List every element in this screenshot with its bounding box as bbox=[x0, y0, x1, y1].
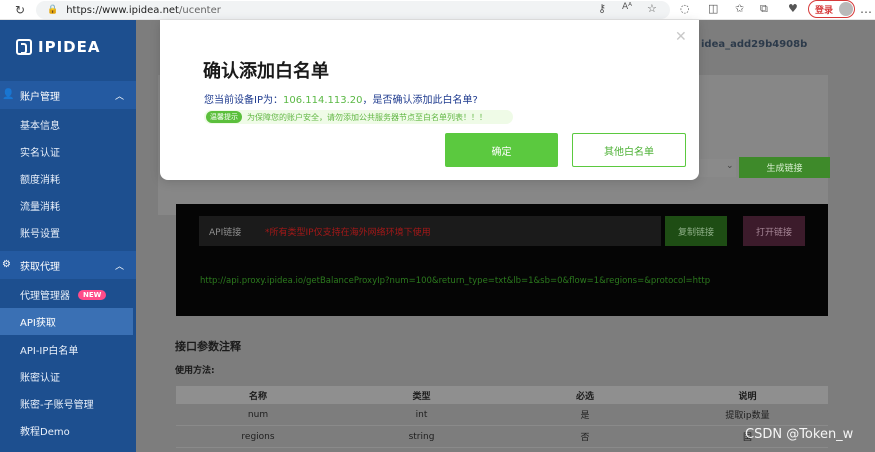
chevron-down-icon: ⌄ bbox=[726, 161, 734, 171]
menu-group-account[interactable]: 👤 账户管理 ︿ bbox=[0, 81, 136, 109]
browser-toolbar: ↻ 🔒 https://www.ipidea.net/ucenter ⚷ Aᴬ … bbox=[0, 0, 875, 20]
menu-group-proxy[interactable]: ⚙ 获取代理 ︿ bbox=[0, 251, 136, 279]
table-header-cell: 说明 bbox=[738, 391, 757, 402]
generate-link-button[interactable]: 生成链接 bbox=[739, 157, 830, 178]
sidebar-item-proxy-manager[interactable]: 代理管理器 NEW bbox=[0, 281, 133, 308]
sidebar-item-real-name[interactable]: 实名认证 bbox=[0, 138, 133, 165]
sidebar-item-label: 额度消耗 bbox=[20, 175, 60, 186]
sidebar-item-label: API-IP白名单 bbox=[20, 346, 79, 357]
address-bar[interactable]: 🔒 https://www.ipidea.net/ucenter bbox=[36, 1, 670, 19]
sidebar-item-label: 账密认证 bbox=[20, 373, 60, 384]
sidebar-item-label: 代理管理器 bbox=[20, 291, 70, 302]
sidebar-item-password-auth[interactable]: 账密认证 bbox=[0, 363, 133, 390]
close-icon[interactable]: ✕ bbox=[675, 29, 687, 45]
table-header-cell: 类型 bbox=[412, 391, 431, 402]
copy-link-button[interactable]: 复制链接 bbox=[665, 216, 727, 246]
menu-group-label: 获取代理 bbox=[20, 261, 60, 273]
dialog-title: 确认添加白名单 bbox=[203, 61, 329, 82]
tip-tag: 温馨提示 bbox=[206, 111, 242, 123]
favorite-star-icon[interactable]: ☆ bbox=[647, 2, 657, 15]
chevron-up-icon: ︿ bbox=[115, 91, 125, 102]
params-table: 名称 类型 必选 说明 num int 是 提取ip数量 regions str… bbox=[176, 386, 828, 448]
sidebar-item-label: API获取 bbox=[20, 318, 56, 329]
sidebar-item-label: 基本信息 bbox=[20, 121, 60, 132]
table-row: regions string 否 国 bbox=[176, 426, 828, 448]
table-cell: num bbox=[247, 409, 269, 420]
api-url[interactable]: http://api.proxy.ipidea.io/getBalancePro… bbox=[200, 276, 710, 286]
device-ip: 106.114.113.20 bbox=[282, 95, 363, 106]
collections-icon[interactable]: ⧉ bbox=[760, 2, 768, 16]
read-aloud-icon[interactable]: Aᴬ bbox=[622, 2, 632, 12]
sidebar-item-label: 账号设置 bbox=[20, 229, 60, 240]
table-cell: int bbox=[415, 409, 428, 420]
ip-prefix: 您当前设备IP为： bbox=[204, 95, 283, 106]
sidebar-item-api-whitelist[interactable]: API-IP白名单 bbox=[0, 336, 133, 363]
sidebar-item-account-settings[interactable]: 账号设置 bbox=[0, 219, 133, 246]
more-icon[interactable]: … bbox=[860, 2, 872, 16]
table-header-cell: 名称 bbox=[248, 391, 267, 402]
other-whitelist-button[interactable]: 其他白名单 bbox=[572, 133, 686, 167]
account-name: idea_add29b4908b bbox=[701, 39, 808, 50]
table-header-cell: 必选 bbox=[575, 391, 594, 402]
whitelist-confirm-dialog: ✕ 确认添加白名单 您当前设备IP为：106.114.113.20，是否确认添加… bbox=[160, 20, 699, 180]
table-cell: 是 bbox=[580, 411, 590, 421]
sidebar-item-label: 流量消耗 bbox=[20, 202, 60, 213]
ip-message: 您当前设备IP为：106.114.113.20，是否确认添加此白名单? bbox=[204, 91, 478, 106]
reload-icon[interactable]: ↻ bbox=[12, 2, 28, 18]
open-link-button[interactable]: 打开链接 bbox=[743, 216, 805, 246]
table-cell: regions bbox=[241, 431, 275, 442]
split-screen-icon[interactable]: ◫ bbox=[708, 2, 718, 15]
api-link-label: API链接 bbox=[209, 227, 242, 238]
api-link-field[interactable]: API链接 *所有类型IP仅支持在海外网络环境下使用 bbox=[199, 216, 661, 246]
ip-suffix: ，是否确认添加此白名单? bbox=[362, 95, 478, 106]
table-cell: 否 bbox=[580, 433, 590, 443]
favorites-icon[interactable]: ✩ bbox=[735, 2, 744, 15]
chevron-up-icon: ︿ bbox=[115, 261, 125, 272]
login-button[interactable]: 登录 bbox=[808, 0, 855, 18]
table-row: num int 是 提取ip数量 bbox=[176, 404, 828, 426]
user-icon: 👤 bbox=[2, 89, 15, 100]
lock-icon: 🔒 bbox=[47, 5, 59, 15]
logo-text: IPIDEA bbox=[38, 38, 101, 56]
sidebar-item-basic-info[interactable]: 基本信息 bbox=[0, 111, 133, 138]
sidebar-item-label: 教程Demo bbox=[20, 427, 70, 438]
sidebar-item-demo[interactable]: 教程Demo bbox=[0, 417, 133, 444]
key-icon[interactable]: ⚷ bbox=[598, 2, 606, 15]
table-cell: 提取ip数量 bbox=[725, 411, 770, 421]
logo-mark-icon bbox=[16, 39, 32, 55]
sidebar-item-api[interactable]: API获取 bbox=[0, 308, 133, 335]
login-label: 登录 bbox=[815, 5, 834, 16]
settings-icon: ⚙ bbox=[2, 259, 11, 270]
sidebar-item-quota[interactable]: 额度消耗 bbox=[0, 165, 133, 192]
url-text: https://www.ipidea.net/ucenter bbox=[66, 4, 221, 16]
api-warning: *所有类型IP仅支持在海外网络环境下使用 bbox=[265, 227, 431, 238]
params-title: 接口参数注释 bbox=[175, 340, 241, 353]
heart-icon[interactable]: ♥ bbox=[788, 2, 798, 15]
tip-text: 为保障您的账户安全，请勿添加公共服务器节点至白名单列表！！！ bbox=[247, 112, 487, 122]
sidebar-item-label: 实名认证 bbox=[20, 148, 60, 159]
table-header: 名称 类型 必选 说明 bbox=[176, 386, 828, 404]
usage-label: 使用方法: bbox=[175, 366, 215, 376]
sidebar-item-sub-accounts[interactable]: 账密-子账号管理 bbox=[0, 390, 133, 417]
new-badge: NEW bbox=[78, 289, 107, 300]
api-link-panel: API链接 *所有类型IP仅支持在海外网络环境下使用 复制链接 打开链接 htt… bbox=[176, 204, 828, 316]
menu-group-label: 账户管理 bbox=[20, 91, 60, 103]
sidebar-item-traffic[interactable]: 流量消耗 bbox=[0, 192, 133, 219]
sidebar-item-label: 账密-子账号管理 bbox=[20, 400, 94, 411]
table-cell: string bbox=[408, 431, 435, 442]
sidebar: IPIDEA 👤 账户管理 ︿ 基本信息 实名认证 额度消耗 流量消耗 账号设置… bbox=[0, 20, 136, 452]
extension-icon[interactable]: ◌ bbox=[680, 2, 690, 15]
confirm-button[interactable]: 确定 bbox=[445, 133, 558, 167]
avatar bbox=[839, 2, 853, 16]
logo[interactable]: IPIDEA bbox=[16, 38, 100, 56]
watermark: CSDN @Token_w bbox=[745, 427, 854, 442]
security-tip: 温馨提示 为保障您的账户安全，请勿添加公共服务器节点至白名单列表！！！ bbox=[204, 110, 513, 124]
